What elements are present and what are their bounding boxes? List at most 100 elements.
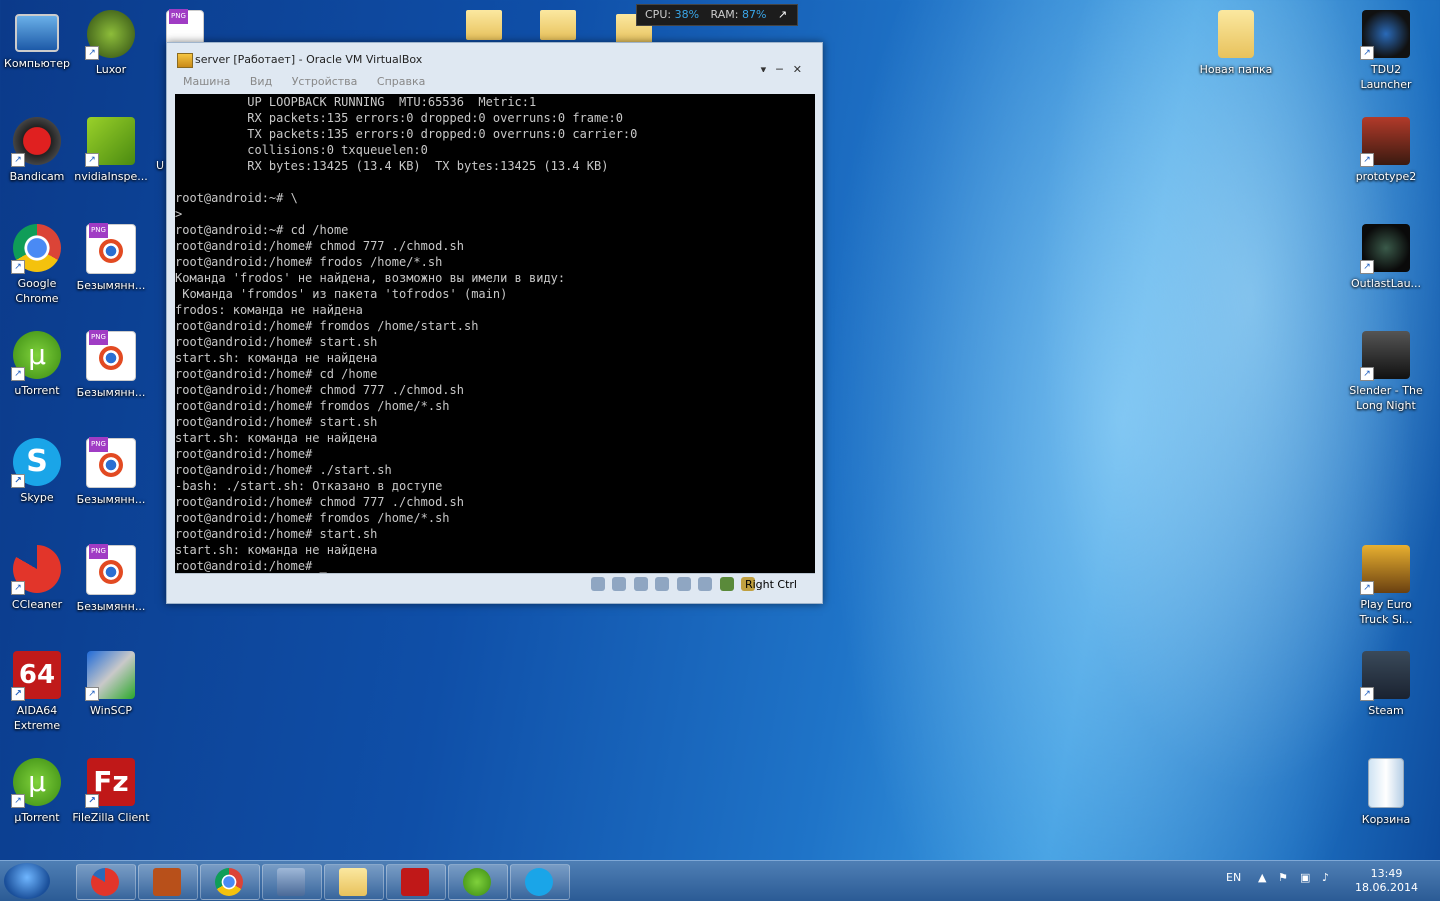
terminal-line: root@android:/home# fromdos /home/*.sh [175, 399, 450, 413]
vm-terminal[interactable]: UP LOOPBACK RUNNING MTU:65536 Metric:1 R… [175, 94, 815, 573]
menu-help[interactable]: Справка [377, 75, 425, 88]
skype-icon: S ↗ [11, 438, 61, 488]
desktop-icon-utorrent[interactable]: µ ↗ uTorrent [0, 327, 77, 398]
terminal-line: root@android:/home# frodos /home/*.sh [175, 255, 443, 269]
recycle-bin-icon [1368, 758, 1404, 808]
terminal-line: > [175, 207, 183, 221]
png-file-icon: PNG [86, 437, 136, 488]
png-file-icon: PNG [86, 544, 136, 595]
computer-icon [15, 14, 59, 52]
taskbar-utorrent[interactable] [448, 864, 508, 900]
taskbar-virtualbox[interactable] [262, 864, 322, 900]
desktop-icon-new-folder[interactable]: Новая папка [1196, 6, 1276, 77]
desktop-icon-slender[interactable]: ↗ Slender - The Long Night [1346, 327, 1426, 413]
eurotruck-icon: ↗ [1360, 545, 1410, 595]
taskbar-game[interactable] [138, 864, 198, 900]
cpu-label: CPU: [645, 8, 672, 21]
clock[interactable]: 13:49 18.06.2014 [1355, 867, 1418, 895]
desktop-icon-steam[interactable]: ↗ Steam [1346, 647, 1426, 718]
taskbar-ccleaner[interactable] [76, 864, 136, 900]
terminal-line: UP LOOPBACK RUNNING MTU:65536 Metric:1 [175, 95, 537, 109]
flag-icon[interactable]: ⚑ [1278, 871, 1288, 884]
network-icon[interactable] [655, 577, 669, 591]
terminal-line: start.sh: команда не найдена [175, 351, 378, 365]
desktop-icon-mutorrent[interactable]: µ ↗ µTorrent [0, 754, 77, 825]
show-hidden-icons-icon[interactable]: ▲ [1258, 871, 1266, 884]
terminal-line: root@android:/home# start.sh [175, 415, 378, 429]
desktop-icon-winscp[interactable]: ↗ WinSCP [71, 647, 151, 718]
desktop-icon-bandicam[interactable]: ↗ Bandicam [0, 113, 77, 184]
terminal-line: root@android:/home# _ [175, 559, 327, 573]
terminal-line: root@android:~# \ [175, 191, 298, 205]
luxor-icon: ↗ [85, 10, 135, 60]
taskbar-explorer[interactable] [324, 864, 384, 900]
taskbar-chrome[interactable] [200, 864, 260, 900]
desktop-icon-png-1[interactable]: PNG Безымянн... [71, 220, 151, 293]
terminal-line: root@android:/home# fromdos /home/start.… [175, 319, 479, 333]
menu-devices[interactable]: Устройства [292, 75, 358, 88]
desktop-icon-luxor[interactable]: ↗ Luxor [71, 6, 151, 77]
desktop-icon-nvidia[interactable]: ↗ nvidiaInspe... [71, 113, 151, 184]
desktop-icon-computer[interactable]: Компьютер [0, 6, 77, 71]
menu-machine[interactable]: Машина [183, 75, 230, 88]
desktop-icon-prototype2[interactable]: ↗ prototype2 [1346, 113, 1426, 184]
desktop-icon-skype[interactable]: S ↗ Skype [0, 434, 77, 505]
terminal-line: root@android:/home# chmod 777 ./chmod.sh [175, 495, 464, 509]
terminal-line: Команда 'frodos' не найдена, возможно вы… [175, 271, 566, 285]
language-indicator[interactable]: EN [1226, 871, 1241, 884]
desktop-icon-tdu2[interactable]: ↗ TDU2 Launcher [1346, 6, 1426, 92]
system-tray: EN ▲ ⚑ ▣ ♪ 13:49 18.06.2014 [1200, 861, 1440, 901]
terminal-line: root@android:/home# start.sh [175, 527, 378, 541]
terminal-line: root@android:/home# ./start.sh [175, 463, 392, 477]
folder-icon[interactable] [540, 10, 576, 40]
game-icon [153, 868, 181, 896]
virtualbox-window[interactable]: server [Работает] - Oracle VM VirtualBox… [166, 42, 823, 604]
desktop-icon-filezilla[interactable]: Fz ↗ FileZilla Client [71, 754, 151, 825]
ram-label: RAM: [710, 8, 739, 21]
desktop-icon-recycle-bin[interactable]: Корзина [1346, 754, 1426, 827]
menu-view[interactable]: Вид [250, 75, 272, 88]
terminal-line: start.sh: команда не найдена [175, 431, 378, 445]
desktop-icon-png-4[interactable]: PNG Безымянн... [71, 541, 151, 614]
mouse-integration-icon[interactable] [719, 577, 734, 591]
terminal-line: root@android:/home# [175, 447, 313, 461]
outlast-icon: ↗ [1360, 224, 1410, 274]
tdu2-icon: ↗ [1360, 10, 1410, 60]
terminal-line: root@android:~# cd /home [175, 223, 349, 237]
optical-drive-icon[interactable] [612, 577, 626, 591]
folder-icon[interactable] [466, 10, 502, 40]
desktop-icon-outlast[interactable]: ↗ OutlastLau... [1346, 220, 1426, 291]
window-titlebar[interactable]: server [Работает] - Oracle VM VirtualBox… [167, 43, 822, 76]
terminal-line: frodos: команда не найдена [175, 303, 363, 317]
start-button[interactable] [4, 863, 50, 899]
desktop-icon-png-2[interactable]: PNG Безымянн... [71, 327, 151, 400]
network-status-icon[interactable]: ▣ [1300, 871, 1310, 884]
hard-disk-icon[interactable] [590, 577, 605, 591]
desktop-icon-png-3[interactable]: PNG Безымянн... [71, 434, 151, 507]
desktop-icon-aida64[interactable]: 64 ↗ AIDA64 Extreme [0, 647, 77, 733]
nvidia-icon: ↗ [85, 117, 135, 167]
explorer-icon [339, 868, 367, 896]
desktop-icon-eurotruck[interactable]: ↗ Play Euro Truck Si... [1346, 541, 1426, 627]
performance-widget[interactable]: CPU: 38% RAM: 87% ↗ [636, 4, 798, 26]
utorrent-icon: µ ↗ [11, 758, 61, 808]
chrome-icon [215, 868, 243, 896]
desktop-icon-ccleaner[interactable]: ↗ CCleaner [0, 541, 77, 612]
expand-arrow-icon[interactable]: ↗ [778, 8, 787, 21]
cpu-value: 38% [674, 8, 700, 21]
virtualbox-icon [177, 53, 193, 68]
terminal-line: TX packets:135 errors:0 dropped:0 overru… [175, 127, 638, 141]
video-capture-icon[interactable] [698, 577, 712, 591]
taskbar-skype[interactable] [510, 864, 570, 900]
taskbar-filezilla[interactable] [386, 864, 446, 900]
terminal-line: collisions:0 txqueuelen:0 [175, 143, 428, 157]
usb-icon[interactable] [633, 577, 648, 591]
volume-icon[interactable]: ♪ [1322, 871, 1329, 884]
shared-folders-icon[interactable] [676, 577, 691, 591]
terminal-line: root@android:/home# chmod 777 ./chmod.sh [175, 239, 464, 253]
desktop-icon-chrome[interactable]: ↗ Google Chrome [0, 220, 77, 306]
terminal-line: start.sh: команда не найдена [175, 543, 378, 557]
bandicam-icon: ↗ [11, 117, 61, 167]
taskbar: EN ▲ ⚑ ▣ ♪ 13:49 18.06.2014 [0, 860, 1440, 901]
aida64-icon: 64 ↗ [11, 651, 61, 701]
